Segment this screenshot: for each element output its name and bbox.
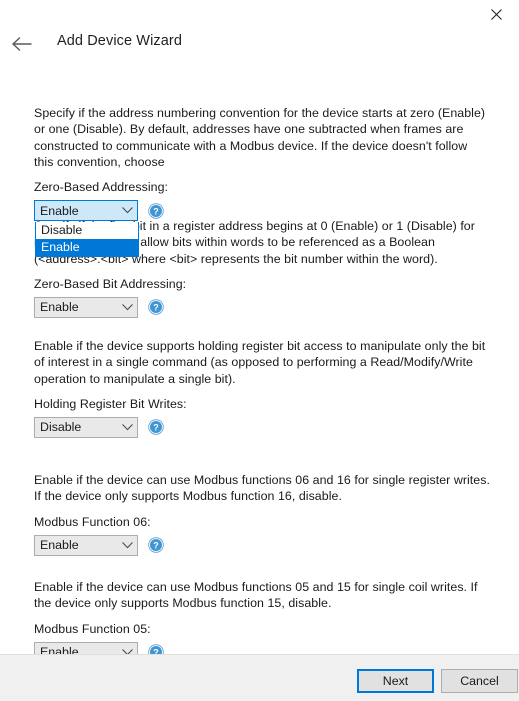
- chevron-down-icon: [117, 424, 137, 431]
- field-label: Zero-Based Bit Addressing:: [34, 276, 187, 291]
- field-label: Zero-Based Addressing:: [34, 180, 169, 195]
- help-icon[interactable]: ?: [148, 299, 164, 316]
- combobox-value: Enable: [40, 300, 79, 315]
- field-label: Modbus Function 05:: [34, 621, 151, 636]
- back-button[interactable]: [6, 29, 38, 59]
- field-label: Modbus Function 06:: [34, 514, 151, 529]
- section-description: Enable if the device can use Modbus func…: [34, 580, 478, 611]
- section-description: Enable if the device can use Modbus func…: [34, 473, 490, 504]
- wizard-footer: Next Cancel: [0, 654, 519, 701]
- close-window-button[interactable]: [473, 0, 519, 29]
- control-row: Disable ?: [34, 416, 490, 438]
- combobox-value: Disable: [40, 420, 82, 435]
- zero-based-addressing-option-list[interactable]: Disable Enable: [35, 222, 139, 258]
- chevron-down-icon: [117, 207, 137, 214]
- field-label: Holding Register Bit Writes:: [34, 396, 187, 411]
- chevron-down-icon: [117, 304, 137, 311]
- help-icon[interactable]: ?: [148, 419, 164, 436]
- svg-text:?: ?: [153, 303, 159, 313]
- chevron-down-icon: [117, 541, 137, 549]
- section-modbus-function-06: Enable if the device can use Modbus func…: [34, 472, 490, 556]
- control-row: Enable Disable Enable ?: [34, 200, 490, 258]
- section-modbus-function-05: Enable if the device can use Modbus func…: [34, 579, 490, 663]
- help-icon[interactable]: ?: [148, 537, 164, 553]
- control-row: Enable ?: [34, 534, 490, 556]
- control-row: Enable ?: [34, 296, 490, 318]
- combobox-value: Enable: [40, 203, 79, 218]
- svg-text:?: ?: [153, 206, 159, 216]
- combobox-value: Enable: [40, 538, 79, 553]
- cancel-button[interactable]: Cancel: [441, 669, 518, 693]
- back-arrow-icon: [12, 37, 32, 51]
- option-enable[interactable]: Enable: [36, 239, 138, 257]
- title-bar: Add Device Wizard: [0, 0, 519, 66]
- option-disable[interactable]: Disable: [36, 222, 138, 239]
- section-description: Specify if the address numbering convent…: [34, 106, 486, 169]
- wizard-content: Specify if the address numbering convent…: [0, 66, 519, 663]
- svg-text:?: ?: [153, 541, 159, 551]
- modbus-function-06-combobox[interactable]: Enable: [34, 534, 138, 556]
- section-zero-based-addressing: Specify if the address numbering convent…: [34, 105, 490, 258]
- close-icon: [490, 9, 502, 20]
- next-button[interactable]: Next: [357, 669, 434, 693]
- zero-based-bit-addressing-combobox[interactable]: Enable: [34, 296, 138, 318]
- section-description: Enable if the device supports holding re…: [34, 339, 486, 386]
- zero-based-addressing-combobox[interactable]: Enable Disable Enable: [34, 200, 139, 258]
- holding-register-bit-writes-combobox[interactable]: Disable: [34, 416, 138, 438]
- svg-text:?: ?: [153, 423, 159, 433]
- section-holding-register-bit-writes: Enable if the device supports holding re…: [34, 338, 490, 438]
- page-title: Add Device Wizard: [57, 33, 182, 49]
- help-icon[interactable]: ?: [148, 202, 164, 219]
